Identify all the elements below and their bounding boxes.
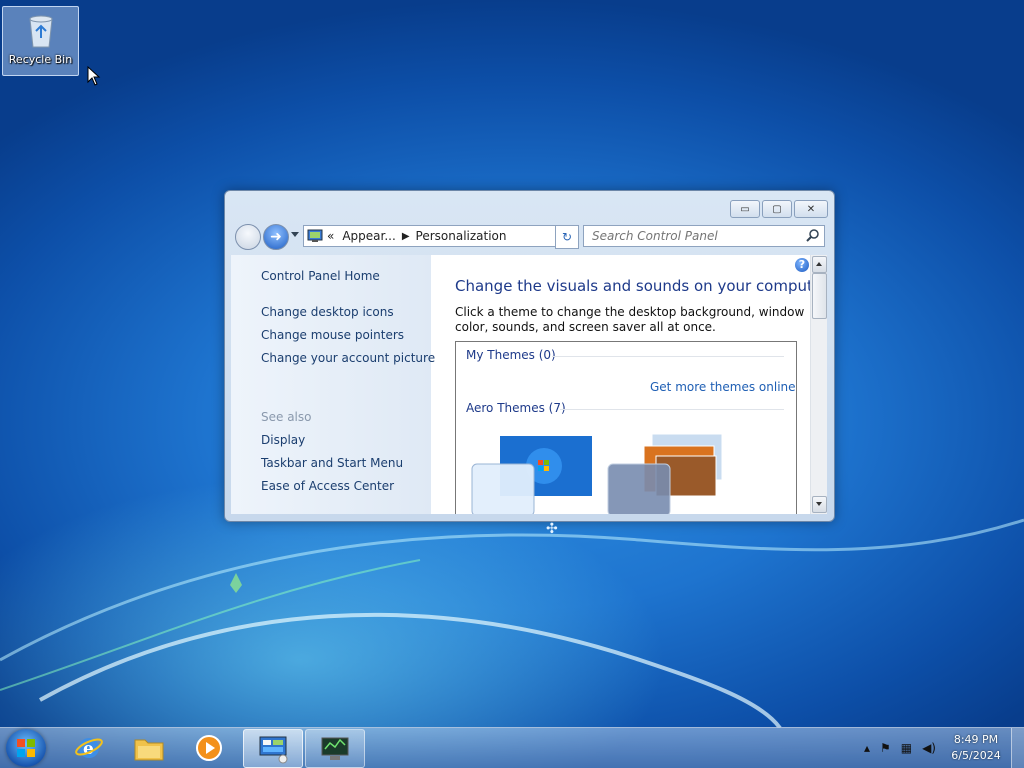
vertical-scrollbar[interactable] bbox=[810, 255, 827, 514]
link-display[interactable]: Display bbox=[261, 433, 305, 447]
show-hidden-icons-icon[interactable]: ▴ bbox=[864, 741, 870, 755]
taskbar-media-player[interactable] bbox=[180, 729, 238, 766]
link-control-panel-home[interactable]: Control Panel Home bbox=[261, 269, 380, 283]
personalization-icon bbox=[259, 736, 288, 763]
internet-explorer-icon: e bbox=[75, 737, 103, 759]
page-title: Change the visuals and sounds on your co… bbox=[455, 277, 827, 295]
link-ease-of-access[interactable]: Ease of Access Center bbox=[261, 479, 394, 493]
architecture-theme-thumbnail[interactable] bbox=[606, 432, 730, 514]
search-icon[interactable] bbox=[806, 228, 820, 242]
see-also-heading: See also bbox=[261, 410, 312, 424]
volume-icon[interactable]: ◀) bbox=[922, 741, 936, 755]
group-divider bbox=[552, 356, 784, 357]
content-area: Control Panel Home Change desktop icons … bbox=[231, 255, 827, 514]
search-input[interactable] bbox=[590, 228, 804, 244]
get-more-themes-link[interactable]: Get more themes online bbox=[650, 380, 796, 394]
network-icon[interactable]: ▦ bbox=[901, 741, 912, 755]
maximize-icon: ▢ bbox=[772, 203, 782, 215]
back-button[interactable] bbox=[235, 224, 261, 250]
personalization-window: ▭ ▢ ✕ ➜ « Appear... ▶ Personalization ↻ bbox=[224, 190, 835, 522]
taskbar-windows-explorer[interactable] bbox=[120, 729, 178, 766]
clock-time: 8:49 PM bbox=[953, 733, 999, 746]
monitor-icon bbox=[321, 737, 349, 760]
group-divider bbox=[560, 409, 784, 410]
link-change-mouse-pointers[interactable]: Change mouse pointers bbox=[261, 328, 404, 342]
page-description: Click a theme to change the desktop back… bbox=[455, 305, 805, 334]
aero-themes-header[interactable]: Aero Themes (7) bbox=[466, 401, 566, 415]
link-change-account-picture[interactable]: Change your account picture bbox=[261, 351, 435, 365]
taskbar-system-monitor[interactable] bbox=[305, 729, 365, 768]
help-icon[interactable]: ? bbox=[795, 258, 809, 272]
arrow-right-icon: ➜ bbox=[270, 229, 282, 245]
show-desktop-button[interactable] bbox=[1011, 728, 1024, 768]
link-change-desktop-icons[interactable]: Change desktop icons bbox=[261, 305, 394, 319]
windows-7-theme-thumbnail[interactable] bbox=[470, 434, 594, 514]
forward-button[interactable]: ➜ bbox=[263, 224, 289, 250]
refresh-button[interactable]: ↻ bbox=[555, 225, 579, 249]
close-icon: ✕ bbox=[806, 203, 816, 215]
media-player-icon bbox=[196, 734, 222, 761]
scroll-up-button[interactable] bbox=[812, 256, 827, 273]
navigation-bar: ➜ « Appear... ▶ Personalization ↻ bbox=[233, 223, 826, 250]
recycle-bin-icon bbox=[28, 15, 53, 48]
address-prefix: « bbox=[327, 229, 335, 243]
action-center-flag-icon[interactable]: ⚑ bbox=[880, 741, 891, 755]
main-pane: ? Change the visuals and sounds on your … bbox=[431, 255, 827, 514]
clock[interactable]: 8:49 PM 6/5/2024 bbox=[941, 732, 1011, 764]
breadcrumb-personalization[interactable]: Personalization bbox=[416, 229, 507, 243]
recycle-bin-label: Recycle Bin bbox=[8, 53, 73, 66]
taskbar: e ▴ ⚑ ▦ ◀) 8:49 PM 6/5/2024 bbox=[0, 727, 1024, 768]
busy-cursor-icon: ✣ bbox=[546, 521, 558, 537]
my-themes-header[interactable]: My Themes (0) bbox=[466, 348, 556, 362]
breadcrumb-appearance[interactable]: Appear... bbox=[342, 229, 395, 243]
mouse-pointer-icon bbox=[87, 66, 101, 86]
link-taskbar-start-menu[interactable]: Taskbar and Start Menu bbox=[261, 456, 403, 470]
scroll-down-button[interactable] bbox=[812, 496, 827, 513]
task-pane: Control Panel Home Change desktop icons … bbox=[231, 255, 435, 514]
scroll-thumb[interactable] bbox=[812, 273, 827, 319]
minimize-icon: ▭ bbox=[740, 203, 750, 215]
folder-icon bbox=[134, 739, 164, 760]
maximize-button[interactable]: ▢ bbox=[762, 200, 792, 218]
breadcrumb-separator-icon: ▶ bbox=[401, 230, 410, 242]
address-bar[interactable]: « Appear... ▶ Personalization bbox=[303, 225, 579, 247]
taskbar-internet-explorer[interactable]: e bbox=[60, 729, 118, 766]
start-button[interactable] bbox=[6, 729, 46, 767]
windows-logo-icon bbox=[17, 739, 35, 757]
recent-pages-dropdown[interactable] bbox=[291, 232, 299, 237]
close-button[interactable]: ✕ bbox=[794, 200, 828, 218]
recycle-bin-shortcut[interactable]: Recycle Bin bbox=[2, 6, 79, 76]
minimize-button[interactable]: ▭ bbox=[730, 200, 760, 218]
clock-date: 6/5/2024 bbox=[951, 749, 1001, 762]
refresh-icon: ↻ bbox=[561, 230, 573, 244]
window-controls: ▭ ▢ ✕ bbox=[730, 200, 828, 218]
control-panel-icon bbox=[307, 229, 323, 242]
themes-list: My Themes (0) Get more themes online Aer… bbox=[455, 341, 797, 514]
taskbar-control-panel[interactable] bbox=[243, 729, 303, 768]
search-box[interactable] bbox=[583, 225, 825, 247]
notification-area: ▴ ⚑ ▦ ◀) 8:49 PM 6/5/2024 bbox=[859, 728, 1024, 768]
